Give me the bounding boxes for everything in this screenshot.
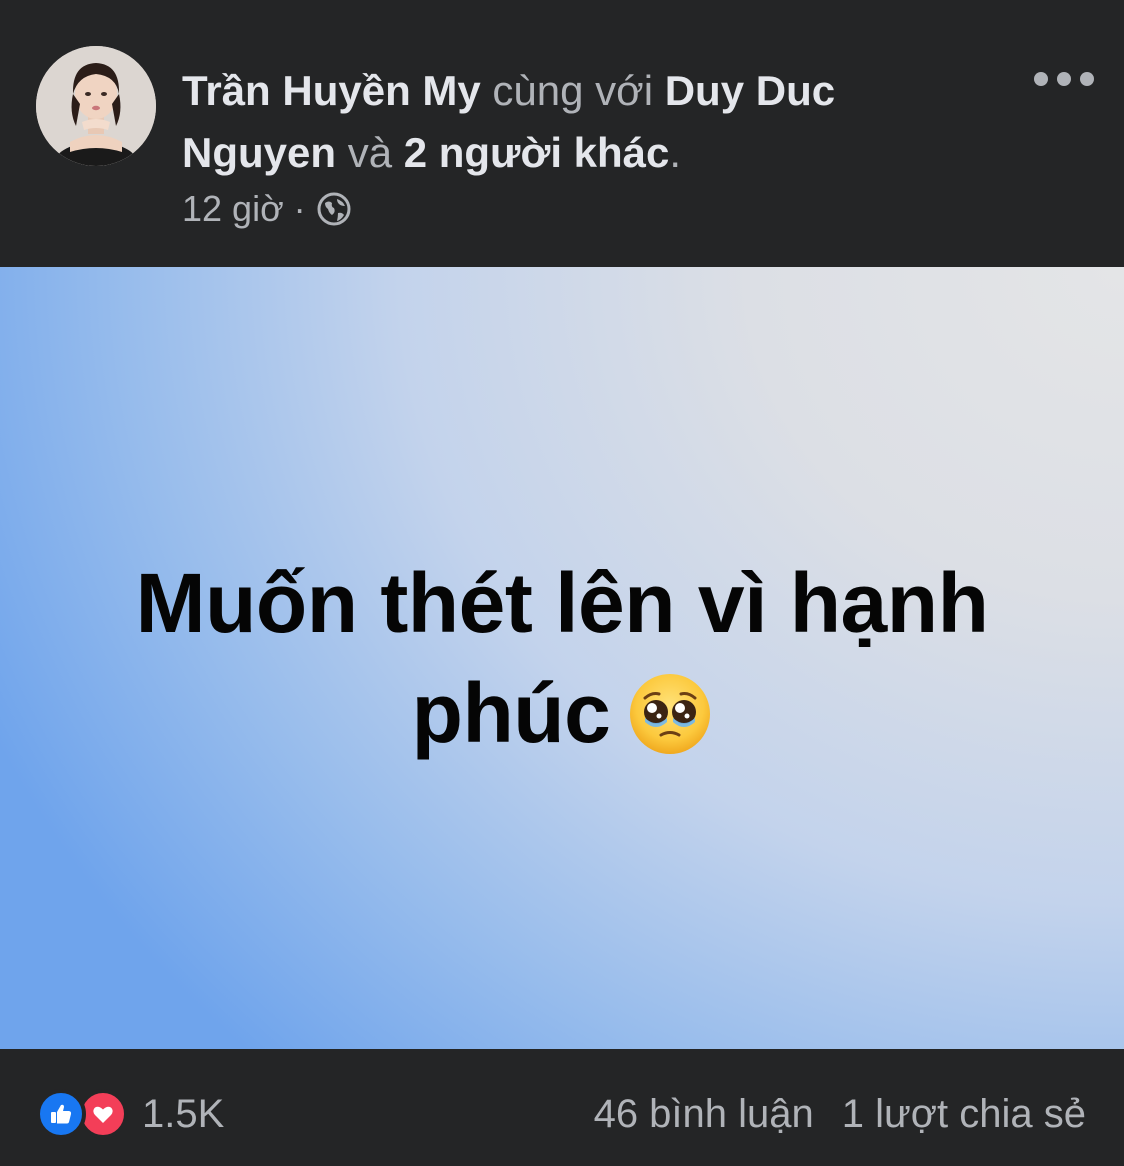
author-avatar[interactable] — [36, 46, 156, 166]
more-dot-icon — [1080, 72, 1094, 86]
period: . — [669, 129, 682, 176]
avatar-photo — [36, 46, 156, 166]
more-options-button[interactable] — [1034, 62, 1094, 96]
status-text: Muốn thét lên vì hạnh phúc — [135, 556, 989, 760]
reactions-summary[interactable]: 1.5K — [36, 1089, 224, 1139]
post-timestamp[interactable]: 12 giờ — [182, 188, 284, 230]
comments-count-link[interactable]: 46 bình luận — [594, 1092, 814, 1137]
post-author-line: Trần Huyền My cùng với Duy Duc Nguyen và… — [182, 60, 942, 184]
status-background-card[interactable]: Muốn thét lên vì hạnh phúc — [0, 267, 1124, 1049]
with-label: cùng với — [492, 67, 654, 114]
author-name-link[interactable]: Trần Huyền My — [182, 67, 481, 114]
reaction-count: 1.5K — [142, 1091, 225, 1136]
globe-icon[interactable] — [316, 191, 352, 227]
status-text-container: Muốn thét lên vì hạnh phúc — [62, 548, 1062, 768]
post-meta: 12 giờ · — [182, 186, 352, 232]
meta-separator: · — [293, 188, 306, 229]
and-label: và — [347, 129, 393, 176]
shares-count-link[interactable]: 1 lượt chia sẻ — [842, 1092, 1086, 1137]
post-header: Trần Huyền My cùng với Duy Duc Nguyen và… — [0, 0, 1124, 267]
like-icon — [36, 1089, 86, 1139]
more-dot-icon — [1057, 72, 1071, 86]
more-dot-icon — [1034, 72, 1048, 86]
post-footer: 1.5K 46 bình luận 1 lượt chia sẻ — [0, 1049, 1124, 1166]
engagement-stats: 46 bình luận 1 lượt chia sẻ — [594, 1089, 1086, 1139]
tagged-others-link[interactable]: 2 người khác — [404, 129, 670, 176]
pleading-face-emoji-icon — [628, 672, 712, 756]
